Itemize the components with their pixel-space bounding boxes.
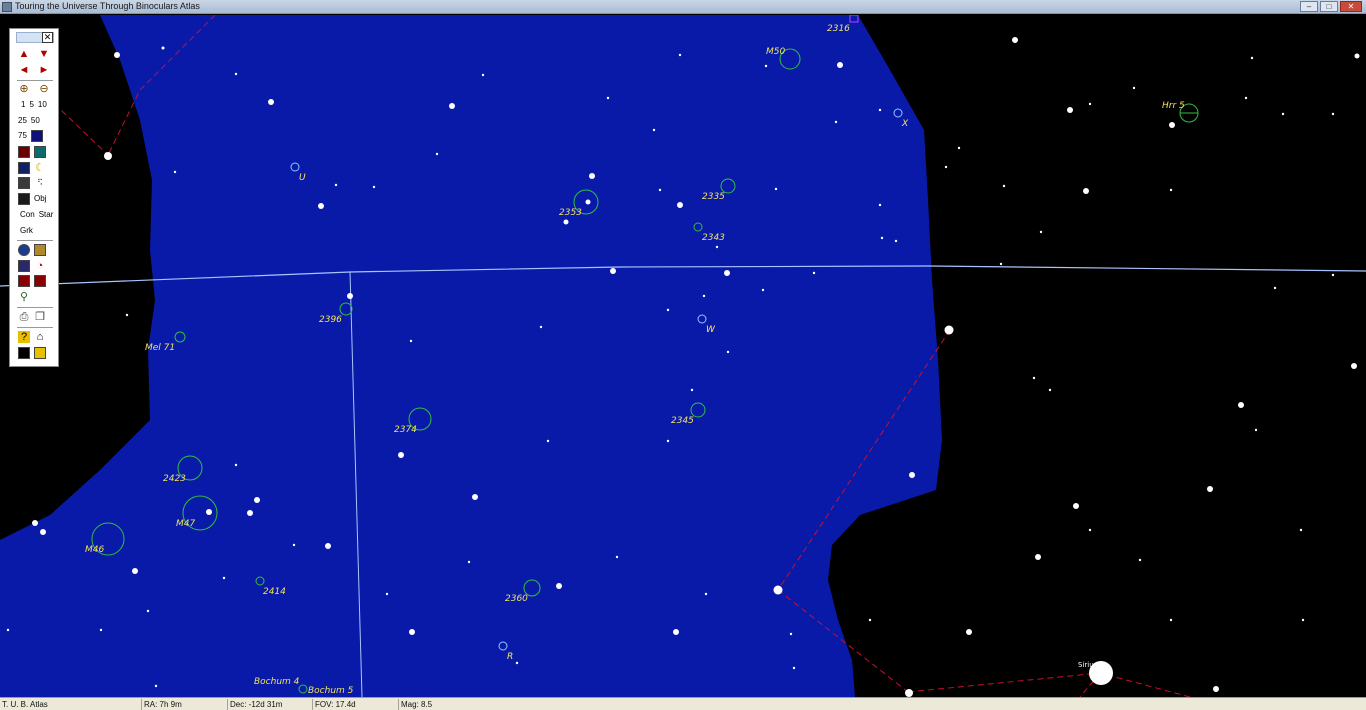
label-variable-u: U: [299, 173, 306, 183]
status-fov: FOV: 17.4d: [312, 699, 356, 710]
zoom-25-button[interactable]: 25: [18, 115, 27, 127]
telescope-icon[interactable]: ⚲: [18, 291, 30, 303]
zoom-10-button[interactable]: 10: [38, 99, 47, 111]
label-variable-w: W: [706, 325, 716, 335]
zoom-75-button[interactable]: 75: [18, 130, 27, 142]
zoom-50-button[interactable]: 50: [31, 115, 40, 127]
label-sirius: Sirius: [1078, 661, 1098, 669]
status-ra: RA: 7h 9m: [141, 699, 182, 710]
label-ngc2414: 2414: [263, 587, 286, 597]
deep-sky-icon[interactable]: [18, 162, 30, 174]
constellation-art-icon[interactable]: [18, 146, 30, 158]
label-ngc2343: 2343: [702, 233, 725, 243]
zoom-out-icon[interactable]: ⊖: [38, 83, 50, 95]
pan-right-icon[interactable]: ►: [38, 64, 50, 76]
label-ngc2360: 2360: [505, 594, 528, 604]
red-filter-icon[interactable]: [18, 275, 30, 287]
2d-view-icon[interactable]: [18, 347, 30, 359]
status-bar: T. U. B. Atlas RA: 7h 9m Dec: -12d 31m F…: [0, 697, 1366, 710]
clock-icon[interactable]: ◔: [34, 260, 46, 272]
label-mel71: Mel 71: [145, 343, 175, 353]
moon-icon[interactable]: ☾: [34, 162, 46, 174]
map-icon[interactable]: [34, 244, 46, 256]
status-dec: Dec: -12d 31m: [227, 699, 282, 710]
label-m47: M47: [176, 519, 195, 529]
window-title: Touring the Universe Through Binoculars …: [15, 1, 200, 11]
greek-letters-toggle[interactable]: Grk: [20, 225, 33, 237]
exit-icon[interactable]: [34, 347, 46, 359]
objects-toggle[interactable]: Obj: [34, 193, 46, 205]
label-ngc2335: 2335: [702, 192, 725, 202]
objects-icon[interactable]: [18, 193, 30, 205]
globe-icon[interactable]: [18, 244, 30, 256]
label-m46: M46: [85, 545, 104, 555]
status-mag: Mag: 8.5: [398, 699, 432, 710]
label-m50: M50: [766, 47, 785, 57]
title-bar: Touring the Universe Through Binoculars …: [0, 0, 1366, 14]
grid-icon[interactable]: [34, 146, 46, 158]
label-ngc2396: 2396: [319, 315, 342, 325]
home-icon[interactable]: ⌂: [34, 331, 46, 343]
atlas-toolbar: ✕ ▲ ▼ ◄ ► ⊕ ⊖ 1 5 10 25 50 75 ☾ ⠫ Obj Co…: [9, 28, 59, 367]
pan-down-icon[interactable]: ▼: [38, 48, 50, 60]
night-mode-icon[interactable]: [34, 275, 46, 287]
print-icon[interactable]: ⎙: [18, 311, 30, 323]
status-app-name: T. U. B. Atlas: [2, 700, 48, 709]
zoom-1-button[interactable]: 1: [21, 99, 25, 111]
constellation-names-toggle[interactable]: Con: [20, 209, 35, 221]
close-button[interactable]: ✕: [1340, 1, 1362, 12]
label-bochum5: Bochum 5: [308, 686, 354, 696]
zoom-5-button[interactable]: 5: [29, 99, 33, 111]
copy-icon[interactable]: ❐: [34, 311, 46, 323]
label-ngc2374: 2374: [394, 425, 417, 435]
star-names-toggle[interactable]: Star: [39, 209, 54, 221]
pan-left-icon[interactable]: ◄: [18, 64, 30, 76]
app-icon: [2, 2, 12, 12]
label-ngc2316: 2316: [827, 24, 850, 34]
label-variable-x: X: [901, 119, 909, 129]
minimize-button[interactable]: –: [1300, 1, 1318, 12]
label-bochum4: Bochum 4: [254, 677, 300, 687]
toolbar-close-button[interactable]: ✕: [42, 32, 53, 43]
label-ngc2423: 2423: [163, 474, 186, 484]
maximize-button[interactable]: □: [1320, 1, 1338, 12]
star-field-icon[interactable]: [30, 130, 43, 142]
sky-map[interactable]: M50 2316 Hrr 5 2335 2353 2343 2396 Mel 7…: [0, 15, 1366, 697]
label-hrr5: Hrr 5: [1162, 101, 1185, 111]
pan-up-icon[interactable]: ▲: [18, 48, 30, 60]
label-ngc2345: 2345: [671, 416, 694, 426]
label-ngc2353: 2353: [559, 208, 582, 218]
help-icon[interactable]: ?: [18, 331, 30, 343]
labels-icon[interactable]: ⠫: [34, 177, 46, 189]
label-variable-r: R: [507, 652, 513, 662]
milky-way-icon[interactable]: [18, 177, 30, 189]
zoom-in-icon[interactable]: ⊕: [18, 83, 30, 95]
flag-icon[interactable]: [18, 260, 30, 272]
toolbar-header: ✕: [16, 32, 54, 43]
